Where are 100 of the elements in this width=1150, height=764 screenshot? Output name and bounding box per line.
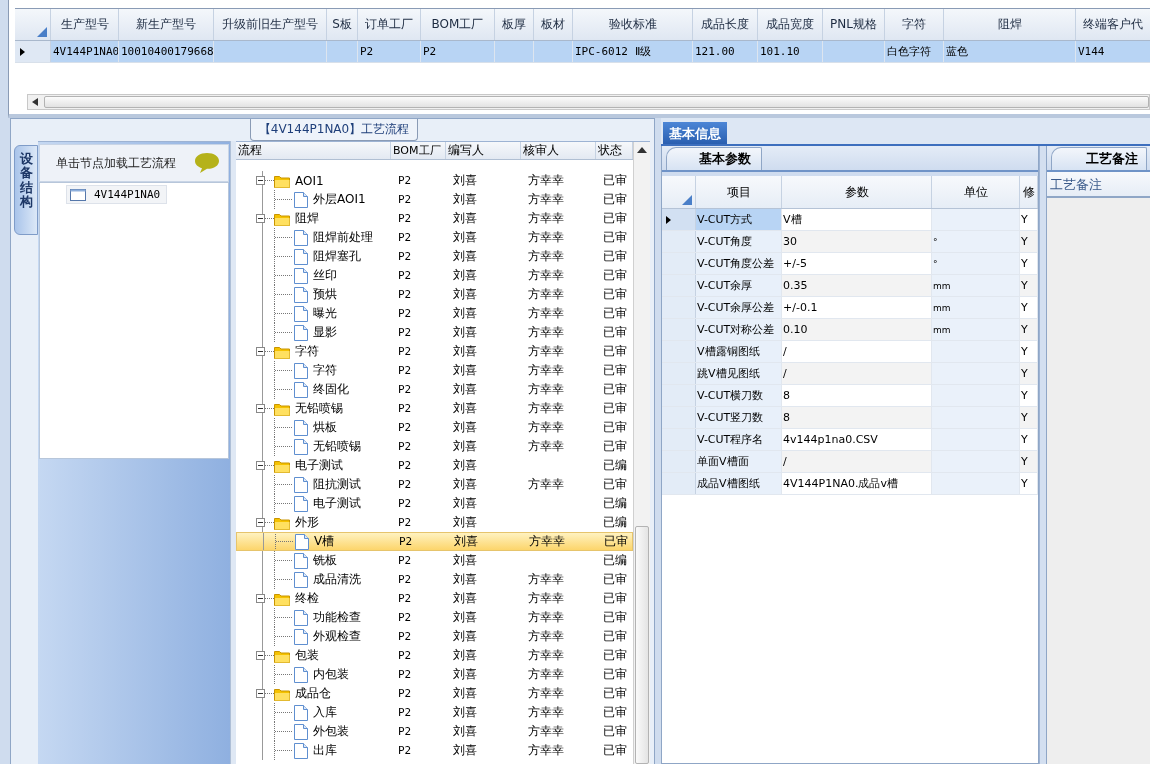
table-cell: mm	[932, 275, 1020, 296]
process-row[interactable]: 成品清洗 P2 刘喜 方幸幸 已审	[236, 570, 633, 589]
column-header[interactable]: BOM工厂	[391, 142, 446, 159]
process-row[interactable]: 字符 P2 刘喜 方幸幸 已审	[236, 342, 633, 361]
column-header[interactable]: 编写人	[446, 142, 521, 159]
process-row[interactable]: 烘板 P2 刘喜 方幸幸 已审	[236, 418, 633, 437]
process-row[interactable]: 外层AOI1 P2 刘喜 方幸幸 已审	[236, 190, 633, 209]
process-row[interactable]: 显影 P2 刘喜 方幸幸 已审	[236, 323, 633, 342]
process-row[interactable]: 曝光 P2 刘喜 方幸幸 已审	[236, 304, 633, 323]
splitter-bar[interactable]	[230, 141, 236, 764]
process-row[interactable]: 阻焊前处理 P2 刘喜 方幸幸 已审	[236, 228, 633, 247]
process-row[interactable]: V槽 P2 刘喜 方幸幸 已审	[236, 532, 633, 551]
process-row[interactable]: 外形 P2 刘喜 已编	[236, 513, 633, 532]
process-row[interactable]: 入库 P2 刘喜 方幸幸 已审	[236, 703, 633, 722]
column-header[interactable]: 升级前旧生产型号	[214, 9, 327, 40]
column-header[interactable]: 字符	[885, 9, 944, 40]
table-cell: 方幸幸	[528, 191, 564, 208]
column-header[interactable]: BOM工厂	[421, 9, 495, 40]
column-header[interactable]: 板材	[534, 9, 573, 40]
column-header[interactable]: 单位	[932, 176, 1020, 208]
process-name: 功能检查	[313, 609, 361, 626]
collapse-icon[interactable]	[256, 689, 265, 698]
process-row[interactable]: AOI1 P2 刘喜 方幸幸 已审	[236, 171, 633, 190]
process-row[interactable]: 阻焊 P2 刘喜 方幸幸 已审	[236, 209, 633, 228]
scrollbar-thumb[interactable]	[635, 526, 649, 764]
collapse-icon[interactable]	[256, 347, 265, 356]
process-row[interactable]: 预烘 P2 刘喜 方幸幸 已审	[236, 285, 633, 304]
row-selector[interactable]	[662, 209, 696, 230]
scrollbar-thumb[interactable]	[44, 96, 1149, 108]
vertical-scrollbar[interactable]	[633, 142, 650, 764]
document-icon	[294, 666, 308, 683]
process-row[interactable]: 阻焊塞孔 P2 刘喜 方幸幸 已审	[236, 247, 633, 266]
sub-tab[interactable]: 工艺备注	[1051, 147, 1147, 170]
column-header[interactable]: 终端客户代	[1076, 9, 1150, 40]
up-arrow-icon[interactable]	[637, 147, 647, 153]
table-cell: 刘喜	[453, 571, 477, 588]
vertical-tab[interactable]: 设备结构	[14, 145, 38, 235]
process-row[interactable]: 终固化 P2 刘喜 方幸幸 已审	[236, 380, 633, 399]
document-icon	[294, 438, 308, 455]
process-row[interactable]: 无铅喷锡 P2 刘喜 方幸幸 已审	[236, 399, 633, 418]
table-cell: P2	[398, 269, 412, 282]
column-header[interactable]: PNL规格	[823, 9, 885, 40]
table-cell: 方幸幸	[528, 343, 564, 360]
collapse-icon[interactable]	[256, 461, 265, 470]
table-cell: 方幸幸	[529, 533, 565, 550]
column-header[interactable]: 流程	[236, 142, 391, 159]
table-cell: 已审	[603, 742, 627, 759]
process-row[interactable]: 铣板 P2 刘喜 已编	[236, 551, 633, 570]
column-header[interactable]: 核审人	[521, 142, 596, 159]
column-header[interactable]: 新生产型号	[119, 9, 214, 40]
column-header[interactable]: 订单工厂	[358, 9, 421, 40]
table-cell: Y	[1020, 429, 1038, 450]
table-cell: 成品V槽图纸	[696, 473, 782, 494]
table-cell: P2	[398, 345, 412, 358]
table-cell: 刘喜	[453, 495, 477, 512]
process-row[interactable]: 外包装 P2 刘喜 方幸幸 已审	[236, 722, 633, 741]
process-name: 终固化	[313, 381, 349, 398]
process-name: 出库	[313, 742, 337, 759]
column-header[interactable]: 修	[1020, 176, 1038, 208]
column-header[interactable]: 成品长度	[693, 9, 758, 40]
column-header[interactable]: 阻焊	[944, 9, 1076, 40]
process-row[interactable]: 成品仓 P2 刘喜 方幸幸 已审	[236, 684, 633, 703]
tab[interactable]: 基本信息	[663, 122, 727, 144]
table-cell: 已审	[603, 343, 627, 360]
process-row[interactable]: 字符 P2 刘喜 方幸幸 已审	[236, 361, 633, 380]
process-name: 成品仓	[295, 685, 331, 702]
column-header[interactable]: 项目	[696, 176, 782, 208]
column-header[interactable]: 参数	[782, 176, 932, 208]
table-cell: 已审	[603, 324, 627, 341]
horizontal-scrollbar[interactable]	[27, 94, 1150, 110]
process-row[interactable]: 功能检查 P2 刘喜 方幸幸 已审	[236, 608, 633, 627]
process-row[interactable]: 终检 P2 刘喜 方幸幸 已审	[236, 589, 633, 608]
tree-node[interactable]: 4V144P1NA0	[66, 185, 168, 204]
table-cell: V-CUT程序名	[696, 429, 782, 450]
table-row[interactable]: 4V144P1NA0 10010400179668 P2 P2 IPC-6012 Ⅱ级 121.00 101.10 白色字符 蓝色 V144	[15, 41, 1150, 63]
splitter-bar[interactable]	[1039, 146, 1046, 764]
process-row[interactable]: 无铅喷锡 P2 刘喜 方幸幸 已审	[236, 437, 633, 456]
process-row[interactable]: 外观检查 P2 刘喜 方幸幸 已审	[236, 627, 633, 646]
process-row[interactable]: 出库 P2 刘喜 方幸幸 已审	[236, 741, 633, 760]
sub-tab[interactable]: 基本参数	[666, 147, 762, 170]
left-arrow-icon[interactable]	[32, 98, 38, 106]
collapse-icon[interactable]	[256, 176, 265, 185]
column-header[interactable]: 板厚	[495, 9, 534, 40]
document-icon	[294, 248, 308, 265]
column-header[interactable]: 成品宽度	[758, 9, 823, 40]
column-header[interactable]: S板	[327, 9, 358, 40]
process-row[interactable]: 电子测试 P2 刘喜 已编	[236, 494, 633, 513]
column-header[interactable]: 验收标准	[573, 9, 693, 40]
process-row[interactable]: 包装 P2 刘喜 方幸幸 已审	[236, 646, 633, 665]
process-row[interactable]: 内包装 P2 刘喜 方幸幸 已审	[236, 665, 633, 684]
process-row[interactable]: 电子测试 P2 刘喜 已编	[236, 456, 633, 475]
column-header[interactable]: 生产型号	[51, 9, 119, 40]
collapse-icon[interactable]	[256, 518, 265, 527]
collapse-icon[interactable]	[256, 651, 265, 660]
collapse-icon[interactable]	[256, 404, 265, 413]
collapse-icon[interactable]	[256, 594, 265, 603]
collapse-icon[interactable]	[256, 214, 265, 223]
table-cell: P2	[398, 573, 412, 586]
process-row[interactable]: 阻抗测试 P2 刘喜 方幸幸 已审	[236, 475, 633, 494]
process-row[interactable]: 丝印 P2 刘喜 方幸幸 已审	[236, 266, 633, 285]
